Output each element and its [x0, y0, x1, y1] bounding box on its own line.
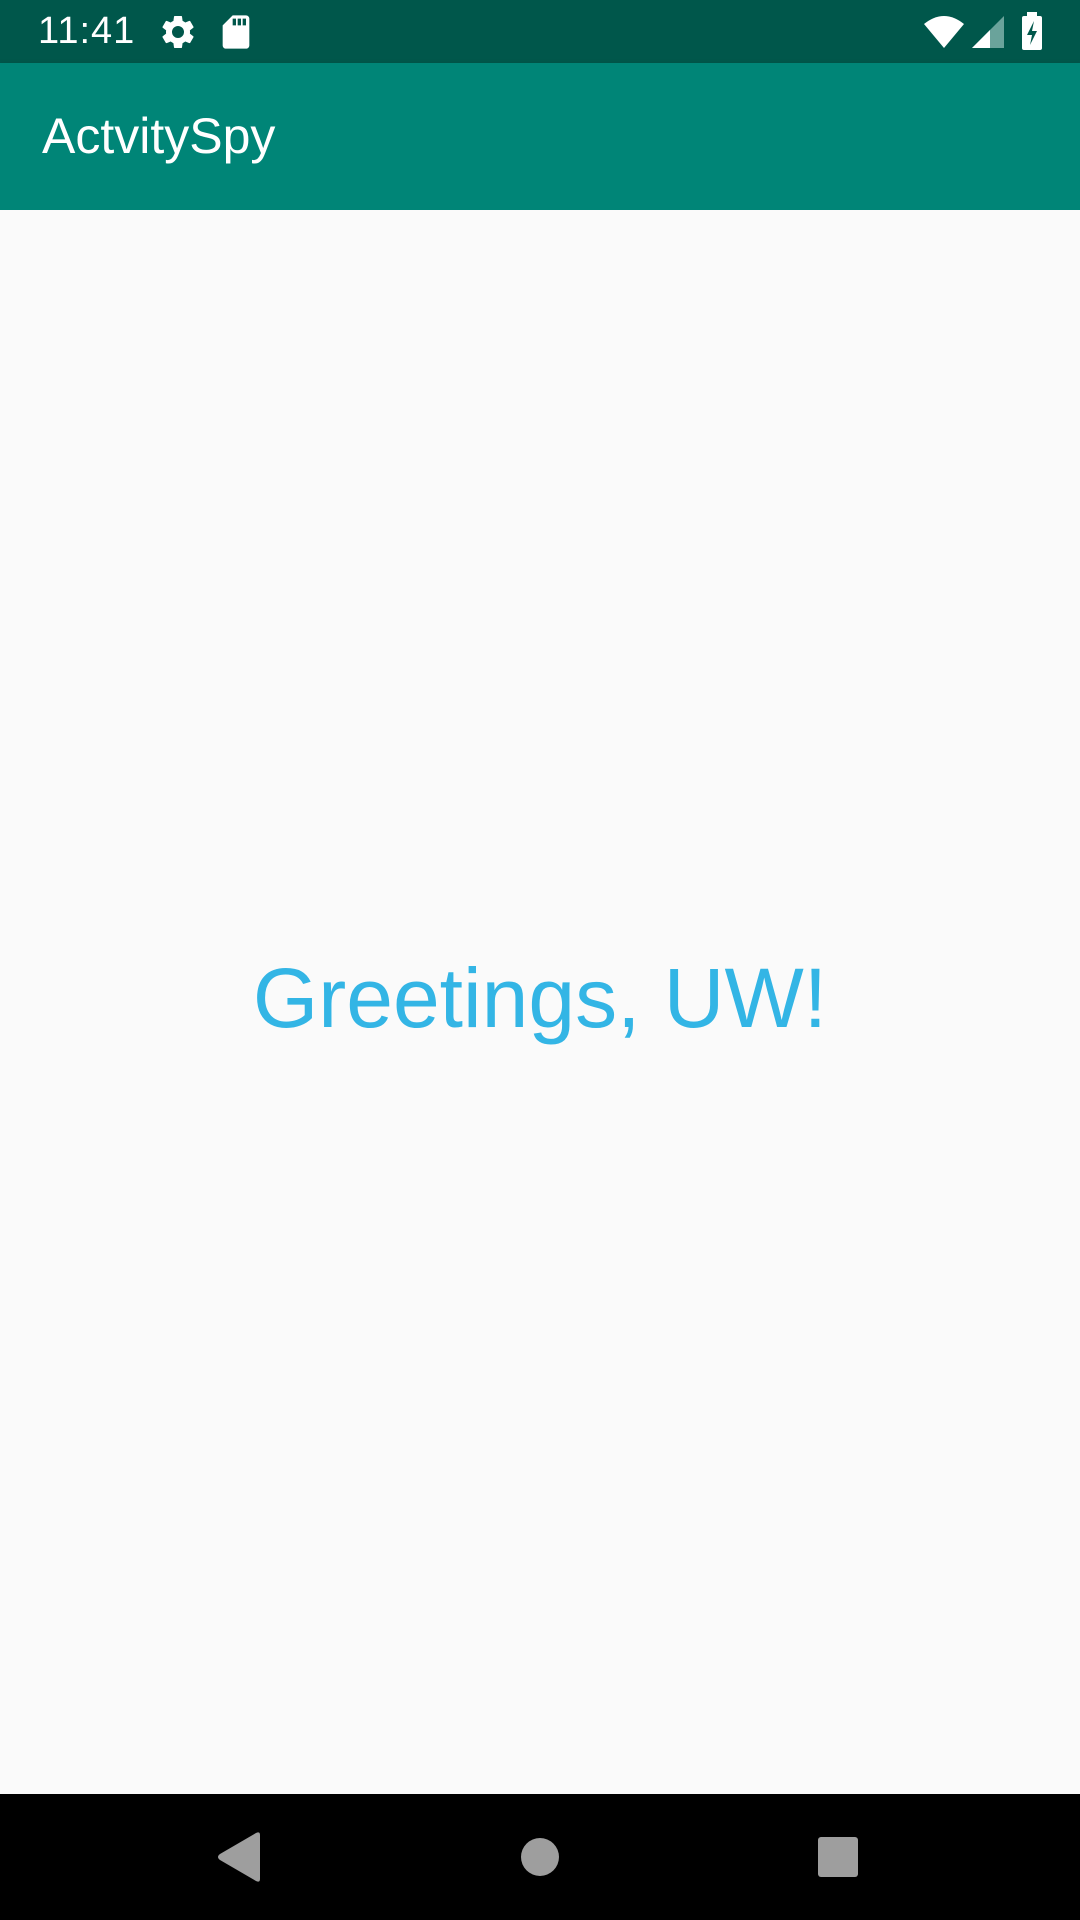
app-title: ActvitySpy	[42, 108, 276, 164]
greeting-text: Greetings, UW!	[252, 951, 828, 1045]
status-time: 11:41	[38, 10, 136, 52]
wifi-icon	[922, 12, 966, 52]
main-content: Greetings, UW!	[0, 210, 1080, 1794]
status-bar: 11:41	[0, 0, 1080, 63]
app-bar: ActvitySpy	[0, 63, 1080, 210]
back-icon[interactable]	[210, 1827, 270, 1887]
battery-charging-icon	[1020, 12, 1044, 52]
home-icon[interactable]	[510, 1827, 570, 1887]
cell-signal-icon	[970, 12, 1004, 52]
navigation-bar	[0, 1794, 1080, 1920]
recents-icon[interactable]	[808, 1827, 868, 1887]
sd-card-icon	[216, 12, 256, 52]
gear-icon	[158, 12, 198, 52]
